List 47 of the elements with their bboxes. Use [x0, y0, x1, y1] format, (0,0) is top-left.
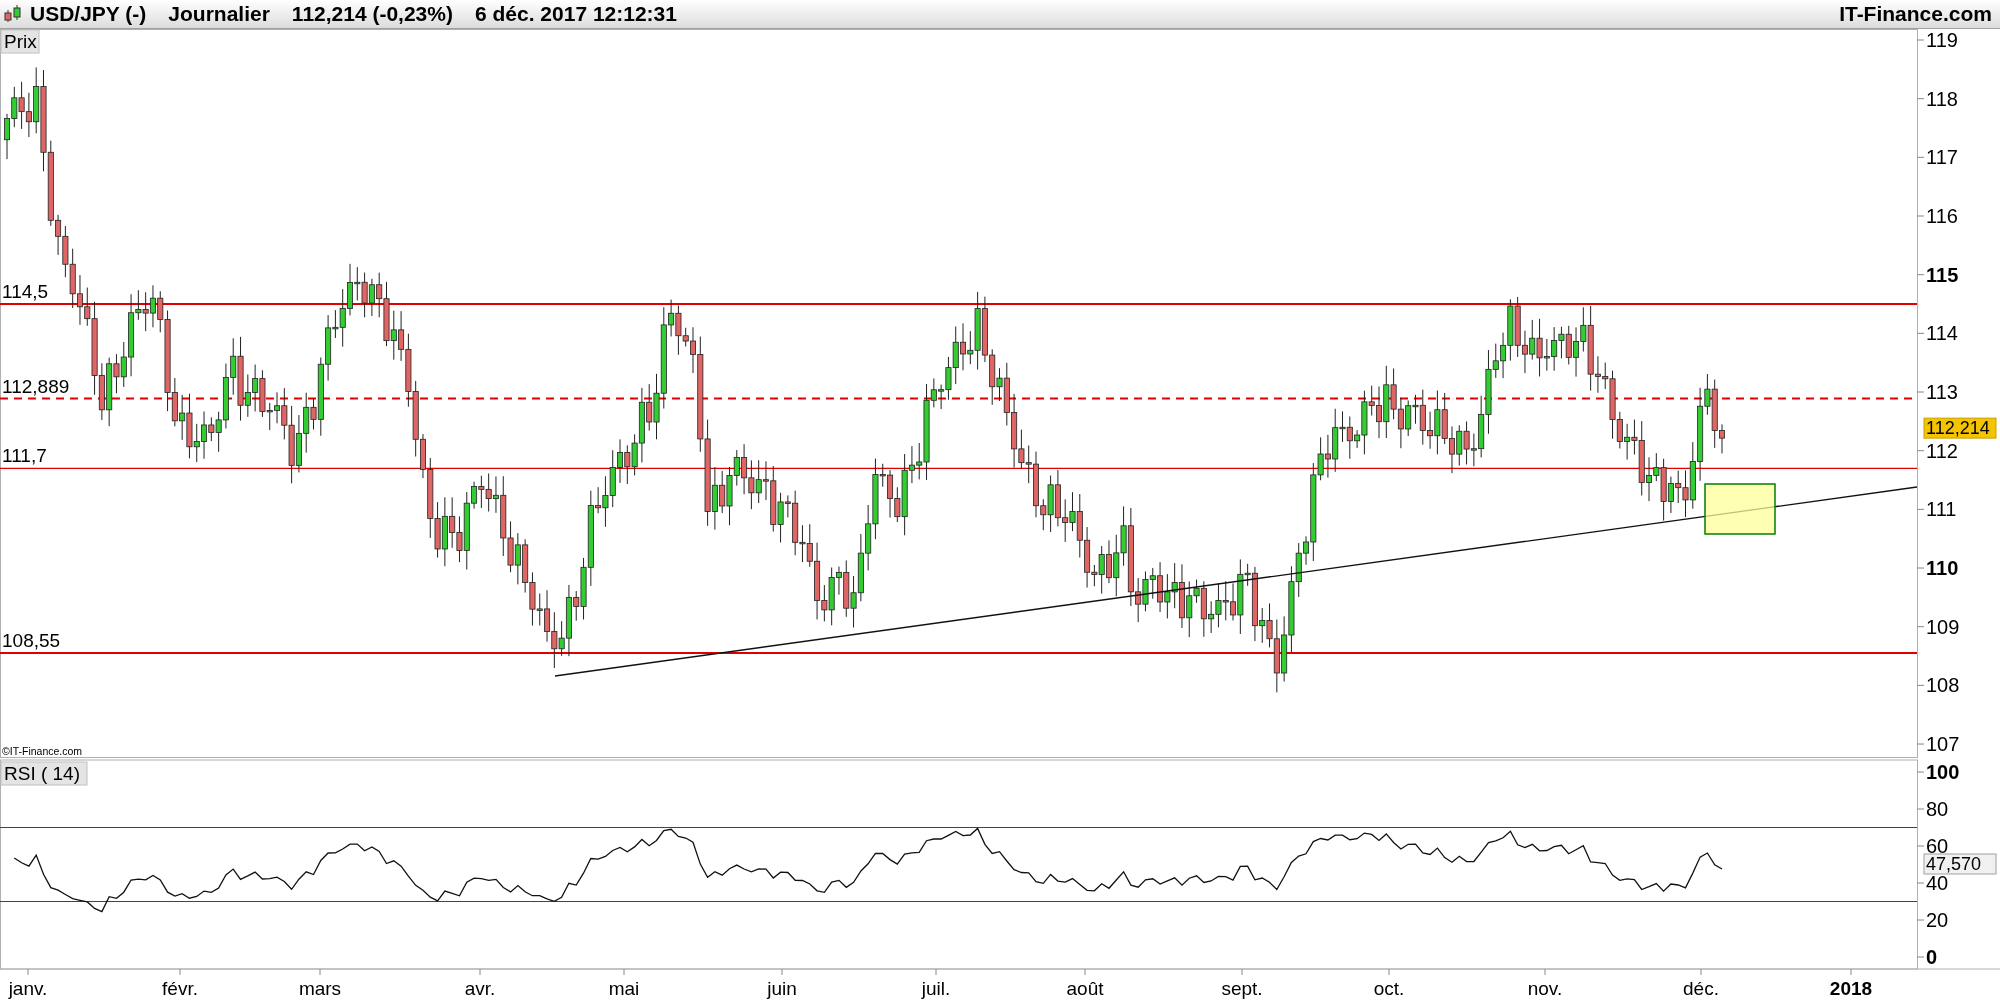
- axis-label: 110: [1926, 557, 1959, 580]
- axis-label: 119: [1926, 29, 1958, 51]
- axis-label: 100: [1926, 761, 1960, 783]
- period-label: Journalier: [168, 1, 270, 28]
- axis-label: 118: [1926, 87, 1958, 110]
- axis-label: avr.: [464, 978, 496, 999]
- panel-label: Prix: [0, 29, 40, 54]
- timestamp-label: 6 déc. 2017 12:12:31: [474, 1, 677, 28]
- level-label: 111,7: [2, 445, 47, 467]
- axis-label: 40: [1926, 872, 1949, 894]
- candlestick-icon: [4, 4, 22, 24]
- axis-label: janv.: [8, 978, 48, 999]
- axis-label: 111: [1926, 498, 1957, 521]
- axis-label: août: [1066, 978, 1104, 999]
- symbol-label: USD/JPY (-): [30, 1, 147, 28]
- level-label: 108,55: [2, 630, 61, 652]
- copyright-label: ©IT-Finance.com: [2, 745, 83, 757]
- axis-label: déc.: [1683, 978, 1719, 999]
- axis-label: 112: [1926, 439, 1958, 462]
- value-tag: 112,214: [1923, 417, 1997, 439]
- axis-label: nov.: [1527, 978, 1563, 999]
- axis-label: 20: [1926, 909, 1949, 931]
- axis-label: 117: [1926, 146, 1958, 169]
- value-tag: 47,570: [1923, 853, 1997, 875]
- axis-label: mai: [608, 978, 640, 999]
- axis-label: 115: [1926, 263, 1959, 286]
- quote-label: 112,214 (-0,23%): [291, 1, 453, 28]
- axis-label: oct.: [1373, 978, 1405, 999]
- level-label: 112,889: [2, 375, 70, 397]
- axis-label: 80: [1926, 798, 1949, 820]
- level-label: 114,5: [2, 281, 49, 302]
- axis-label: juin: [767, 978, 797, 999]
- axis-label: 108: [1926, 674, 1960, 697]
- axis-label: 114: [1926, 322, 1958, 345]
- axis-label: 113: [1926, 381, 1958, 403]
- axis-label: sept.: [1221, 978, 1263, 999]
- axis-label: juil.: [921, 978, 951, 999]
- axis-label: 107: [1926, 733, 1960, 756]
- axis-label: 2018: [1829, 978, 1873, 999]
- axis-label: 109: [1926, 615, 1960, 638]
- brand-label: IT-Finance.com: [1839, 1, 1993, 28]
- axis-label: févr.: [162, 978, 198, 999]
- axis-label: mars: [298, 978, 342, 999]
- axis-label: 0: [1926, 946, 1938, 968]
- panel-label: RSI ( 14): [0, 761, 88, 786]
- axis-label: 116: [1926, 205, 1958, 227]
- target-zone: [1704, 483, 1776, 535]
